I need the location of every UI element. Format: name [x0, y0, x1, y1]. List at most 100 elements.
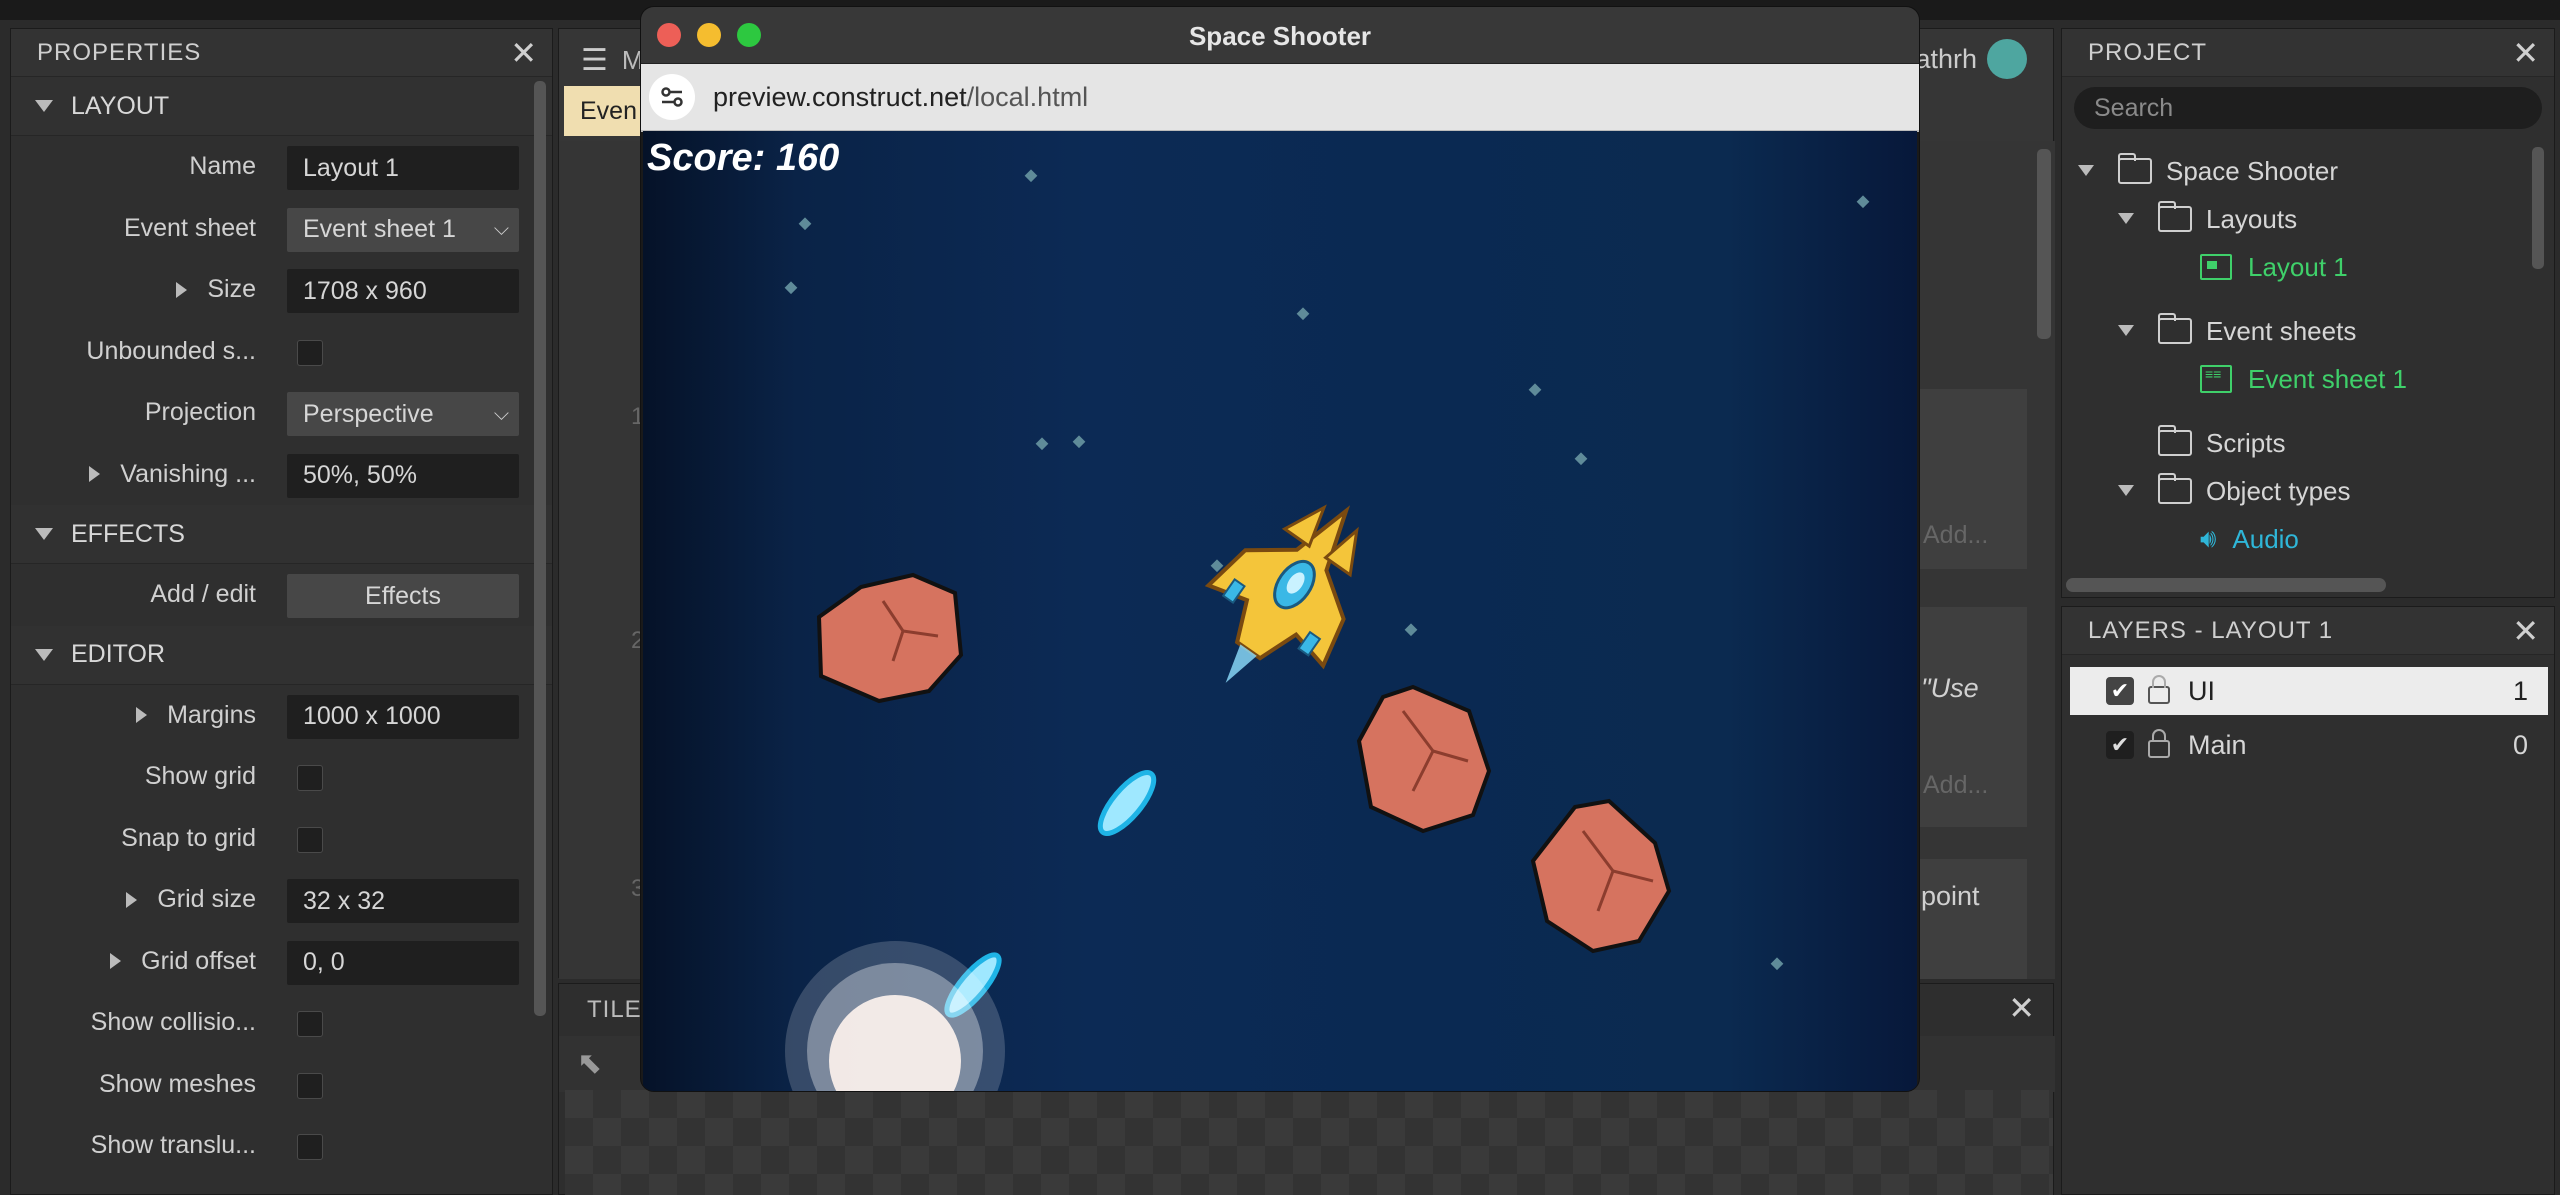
visibility-checkbox[interactable]: ✔ — [2106, 731, 2134, 759]
prop-unbounded-row: Unbounded s... — [11, 321, 552, 383]
prop-vanishing-row: Vanishing ... 50%, 50% — [11, 444, 552, 506]
tree-item-audio[interactable]: 🔊︎ Audio — [2200, 515, 2299, 563]
tree-label: Layouts — [2206, 203, 2298, 234]
effects-button[interactable]: Effects — [287, 574, 519, 618]
tab-event-sheet[interactable]: Even — [564, 86, 644, 136]
bullet — [1097, 770, 1157, 836]
close-icon[interactable]: ✕ — [2512, 615, 2540, 647]
game-canvas[interactable]: Score: 160 — [643, 131, 1917, 1091]
url-text: preview.construct.net/local.html — [713, 82, 1088, 113]
tree-item-event-sheets[interactable]: Event sheets — [2118, 307, 2356, 355]
chevron-down-icon: ⌵ — [493, 218, 509, 240]
game-scene — [784, 169, 1870, 1091]
prop-show-collision-row: Show collisio... — [11, 992, 552, 1054]
properties-header: PROPERTIES ✕ — [11, 29, 552, 77]
lock-icon[interactable] — [2148, 729, 2170, 758]
show-translucent-checkbox[interactable] — [297, 1134, 323, 1160]
grid-offset-field[interactable]: 0, 0 — [287, 940, 519, 985]
prop-label: Add / edit — [150, 580, 256, 608]
prop-show-meshes-row: Show meshes — [11, 1054, 552, 1116]
section-editor[interactable]: EDITOR — [11, 625, 552, 685]
properties-scrollbar[interactable] — [534, 81, 546, 1016]
expand-triangle-icon[interactable] — [110, 953, 122, 969]
window-titlebar[interactable]: Space Shooter — [641, 7, 1919, 64]
section-effects[interactable]: EFFECTS — [11, 505, 552, 564]
event-sheet-select[interactable]: Event sheet 1 ⌵ — [287, 207, 519, 252]
margins-field[interactable]: 1000 x 1000 — [287, 694, 519, 739]
prop-snap-grid-row: Snap to grid — [11, 808, 552, 870]
search-placeholder: Search — [2094, 93, 2174, 122]
close-icon[interactable]: ✕ — [2512, 37, 2540, 69]
prop-label-group: Vanishing ... — [89, 444, 256, 505]
folder-icon — [2118, 153, 2152, 184]
projection-select[interactable]: Perspective ⌵ — [287, 392, 519, 436]
hamburger-menu-icon[interactable]: ☰ — [581, 43, 608, 78]
speaker-icon: 🔊︎ — [2200, 523, 2217, 553]
snap-grid-checkbox[interactable] — [297, 826, 323, 853]
editor-menu[interactable]: ☰ M — [581, 43, 644, 78]
prop-name-row: Name Layout 1 — [11, 136, 552, 198]
layer-index: 1 — [2512, 675, 2528, 706]
user-account[interactable]: .athrh — [1908, 39, 2027, 79]
avatar[interactable] — [1987, 39, 2027, 79]
tree-item-layouts[interactable]: Layouts — [2118, 195, 2297, 243]
close-icon[interactable]: ✕ — [510, 37, 538, 69]
show-grid-checkbox[interactable] — [297, 765, 323, 791]
expand-triangle-icon[interactable] — [176, 281, 188, 298]
tree-label: Scripts — [2206, 427, 2286, 458]
show-collision-checkbox[interactable] — [297, 1011, 323, 1037]
collapse-triangle-icon — [2118, 325, 2134, 336]
expand-triangle-icon[interactable] — [126, 891, 138, 908]
lock-icon[interactable] — [2148, 675, 2170, 704]
section-layout[interactable]: LAYOUT — [11, 77, 552, 136]
project-horizontal-scrollbar[interactable] — [2066, 578, 2386, 592]
name-field[interactable]: Layout 1 — [287, 146, 519, 190]
editor-scrollbar[interactable] — [2037, 149, 2051, 339]
prop-label: Snap to grid — [121, 823, 256, 852]
asteroid — [1356, 684, 1492, 834]
tree-item-root[interactable]: Space Shooter — [2078, 147, 2338, 195]
expand-triangle-icon[interactable] — [136, 707, 148, 723]
folder-icon — [2158, 313, 2192, 344]
player-ship — [1204, 504, 1359, 683]
tree-item-layout-1[interactable]: Layout 1 — [2200, 243, 2348, 291]
window-title: Space Shooter — [1188, 21, 1372, 51]
prop-label-group: Grid size — [126, 869, 256, 930]
collapse-triangle-icon — [35, 528, 53, 540]
prop-label: Margins — [167, 700, 256, 729]
asteroid — [1530, 798, 1672, 954]
expand-triangle-icon[interactable] — [89, 466, 101, 482]
add-action-link[interactable]: Add... — [1923, 521, 1988, 550]
layer-row-main[interactable]: ✔ Main 0 — [2070, 721, 2548, 769]
site-settings-icon[interactable] — [649, 74, 695, 120]
grid-size-field[interactable]: 32 x 32 — [287, 879, 519, 923]
layer-row-ui[interactable]: ✔ UI 1 — [2070, 667, 2548, 715]
tree-label: Space Shooter — [2166, 155, 2339, 186]
layer-name: Main — [2188, 729, 2247, 760]
event-block[interactable] — [1919, 859, 2027, 979]
select-value: Event sheet 1 — [303, 215, 456, 243]
project-search-input[interactable]: Search — [2074, 87, 2542, 129]
show-meshes-checkbox[interactable] — [297, 1072, 323, 1099]
tree-item-scripts[interactable]: Scripts — [2158, 419, 2285, 467]
tree-item-object-types[interactable]: Object types — [2118, 467, 2351, 515]
tilemap-grid[interactable] — [565, 1090, 2053, 1195]
project-scrollbar[interactable] — [2532, 147, 2544, 269]
vanishing-field[interactable]: 50%, 50% — [287, 453, 519, 498]
prop-label: Show meshes — [98, 1069, 256, 1098]
prop-show-grid-row: Show grid — [11, 746, 552, 808]
project-panel: PROJECT ✕ Search Space Shooter Layouts L… — [2061, 28, 2555, 598]
url-path: /local.html — [966, 81, 1089, 112]
pointer-tool-icon[interactable]: ⬉ — [577, 1046, 602, 1081]
prop-projection-row: Projection Perspective ⌵ — [11, 382, 552, 444]
unbounded-checkbox[interactable] — [297, 339, 323, 366]
tree-item-event-sheet-1[interactable]: ≡≡ Event sheet 1 — [2200, 355, 2407, 403]
visibility-checkbox[interactable]: ✔ — [2106, 677, 2134, 705]
properties-title: PROPERTIES — [37, 38, 202, 66]
address-bar[interactable]: preview.construct.net/local.html — [641, 64, 1919, 132]
size-field[interactable]: 1708 x 960 — [287, 269, 519, 313]
close-icon[interactable]: ✕ — [2008, 992, 2035, 1024]
prop-label: Event sheet — [123, 213, 256, 242]
prop-label: Unbounded s... — [86, 336, 256, 365]
add-action-link[interactable]: Add... — [1923, 771, 1988, 800]
